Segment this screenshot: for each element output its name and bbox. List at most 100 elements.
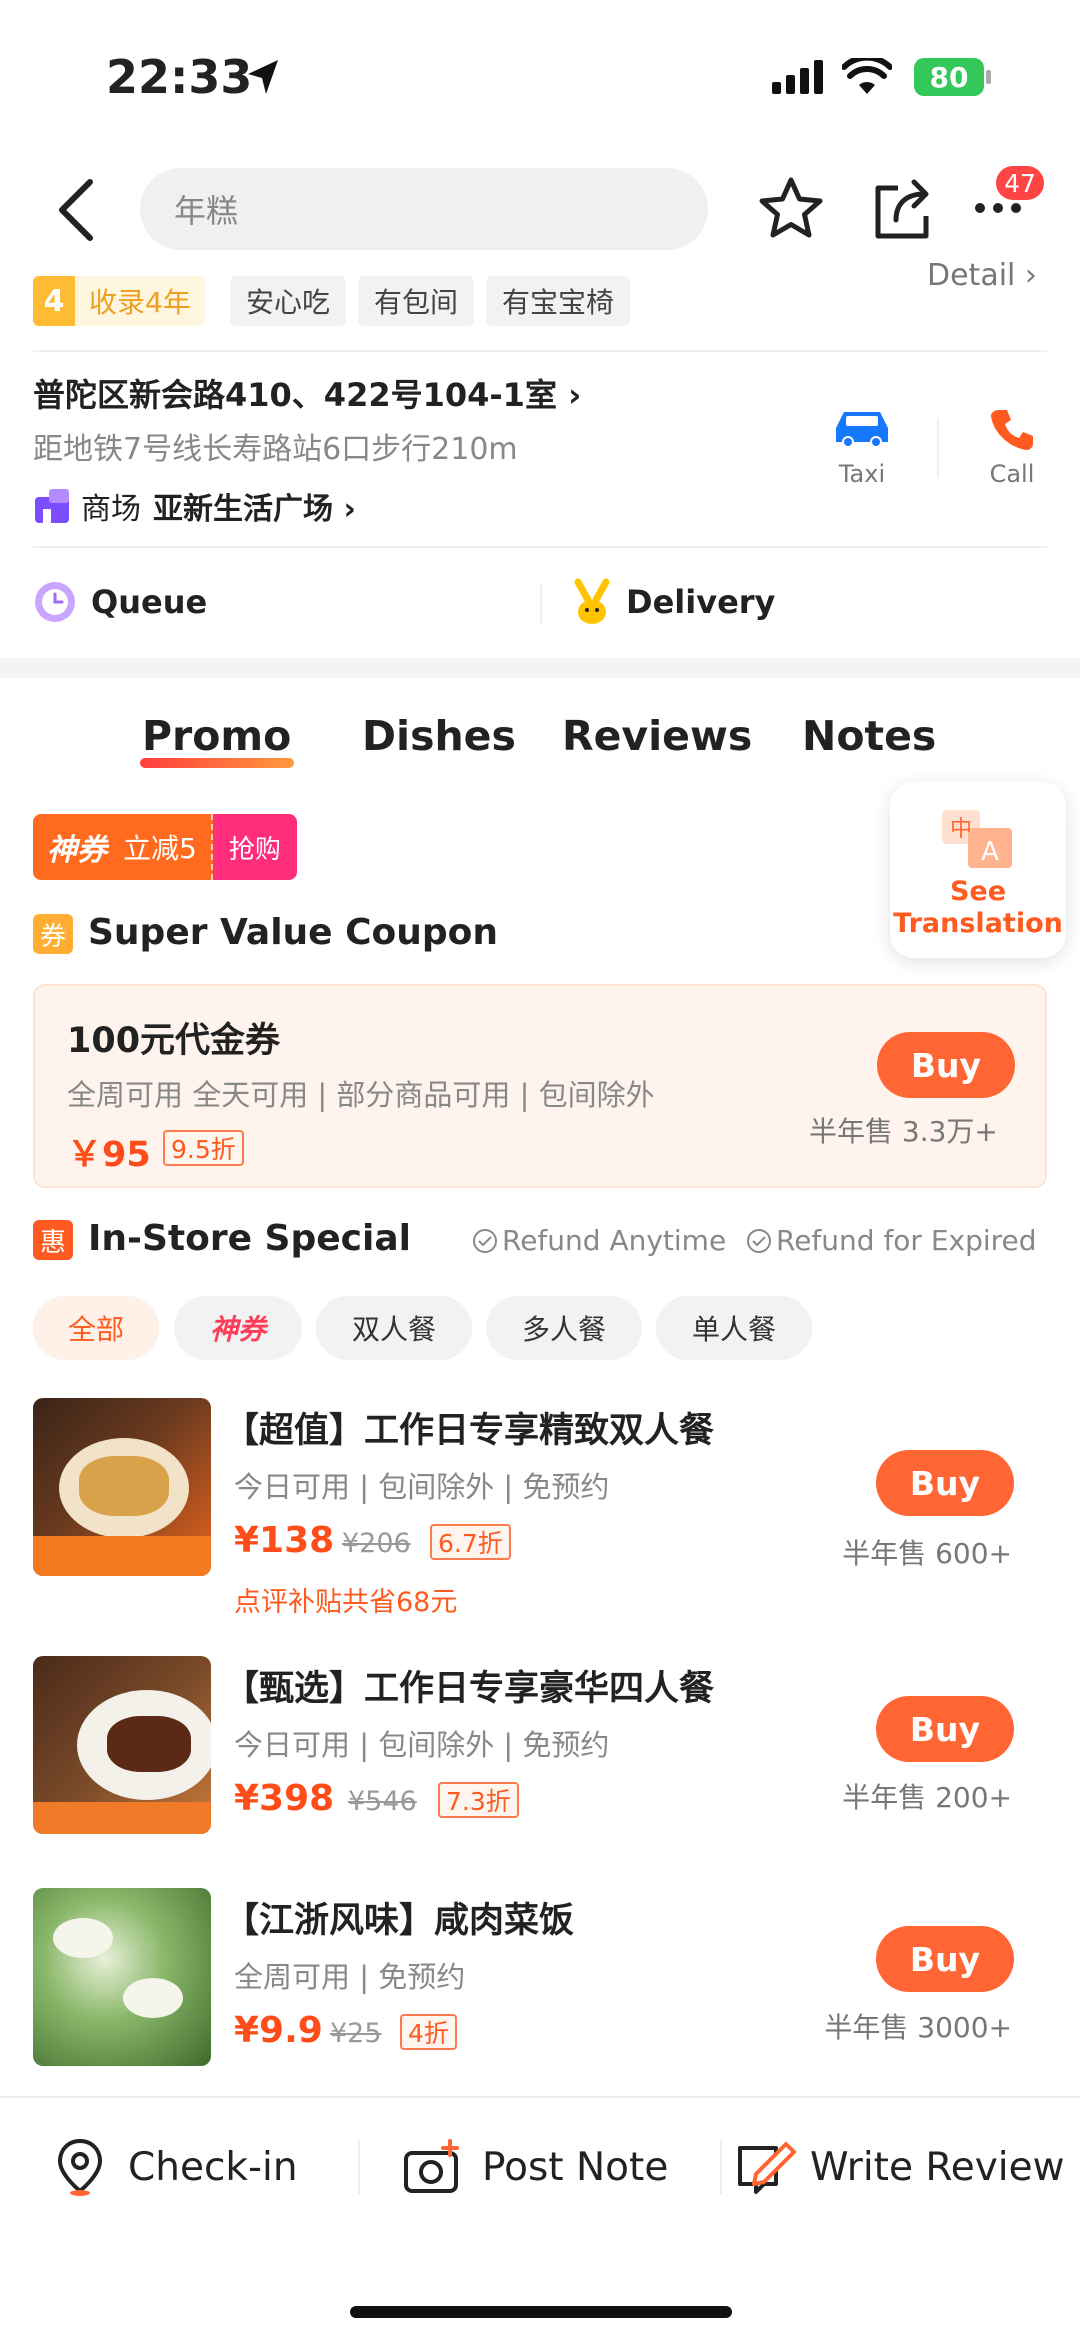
level-tag: 4 收录4年: [33, 276, 205, 326]
mall-prefix: 商场: [81, 492, 141, 527]
tag-private-room: 有包间: [358, 276, 475, 326]
deal-title: 【甄选】工作日专享豪华四人餐: [224, 1669, 715, 1709]
tab-reviews[interactable]: Reviews: [562, 712, 752, 760]
refund-expired-label: Refund for Expired: [776, 1224, 1037, 1257]
divider: [33, 350, 1047, 352]
deal-discount: 7.3折: [438, 1782, 519, 1818]
coupon-buy-button[interactable]: Buy: [877, 1032, 1015, 1098]
deal-card[interactable]: 【甄选】工作日专享豪华四人餐 今日可用 | 包间除外 | 免预约 ¥398 ¥5…: [0, 1656, 1080, 1866]
deal-image: [33, 1888, 211, 2066]
address-line[interactable]: 普陀区新会路410、422号104-1室 ›: [33, 370, 581, 416]
tab-notes[interactable]: Notes: [802, 712, 936, 760]
instore-title: In-Store Special: [88, 1218, 411, 1259]
translation-label-2: Translation: [893, 908, 1063, 939]
location-arrow-icon: [248, 60, 278, 94]
coupon-name: 100元代金券: [67, 1021, 281, 1061]
post-note-button[interactable]: Post Note: [402, 2132, 668, 2202]
deal-original-price: ¥546: [348, 1786, 417, 1817]
favorite-button[interactable]: [756, 174, 826, 244]
divider: [720, 2140, 722, 2194]
deal-discount: 6.7折: [430, 1524, 511, 1560]
deal-sold: 半年售 600+: [842, 1537, 1012, 1570]
tab-dishes[interactable]: Dishes: [362, 712, 516, 760]
deal-card[interactable]: 【超值】工作日专享精致双人餐 今日可用 | 包间除外 | 免预约 ¥138 ¥2…: [0, 1398, 1080, 1628]
filter-coupon[interactable]: 神券: [174, 1296, 302, 1360]
coupon-card[interactable]: 100元代金券 全周可用 全天可用 | 部分商品可用 | 包间除外 ￥95 9.…: [33, 984, 1047, 1188]
deal-desc: 今日可用 | 包间除外 | 免预约: [234, 1470, 610, 1504]
detail-link[interactable]: Detail ›: [927, 258, 1037, 293]
car-icon: [836, 412, 888, 448]
taxi-label: Taxi: [838, 460, 886, 488]
camera-plus-icon: [404, 2139, 459, 2193]
coupon-price: ￥95: [67, 1135, 151, 1175]
notification-badge: 47: [994, 164, 1046, 202]
deal-buy-button[interactable]: Buy: [876, 1696, 1014, 1762]
section-separator: [0, 658, 1080, 678]
tag-baby-chair: 有宝宝椅: [486, 276, 631, 326]
deal-price: ¥138: [234, 1520, 335, 1561]
checkin-button[interactable]: Check-in: [54, 2132, 298, 2202]
metro-distance: 距地铁7号线长寿路站6口步行210m: [33, 432, 518, 467]
battery-indicator: 80: [914, 58, 984, 96]
filter-multi[interactable]: 多人餐: [486, 1296, 642, 1360]
promo-banner-left: 神券: [33, 814, 117, 880]
instore-icon: 惠: [33, 1220, 73, 1260]
svg-text:中: 中: [950, 817, 972, 842]
delivery-label: Delivery: [626, 583, 776, 621]
years-listed: 收录4年: [75, 276, 205, 326]
mall-name: 亚新生活广场 ›: [153, 492, 356, 527]
search-input[interactable]: 年糕: [140, 168, 708, 250]
deal-card[interactable]: 【江浙风味】咸肉菜饭 全周可用 | 免预约 ¥9.9 ¥25 4折 Buy 半年…: [0, 1888, 1080, 2088]
coupon-section-title: Super Value Coupon: [88, 912, 499, 953]
deal-original-price: ¥206: [342, 1528, 411, 1559]
home-indicator: [350, 2306, 732, 2318]
signal-icon: [772, 60, 823, 94]
queue-button[interactable]: Queue: [33, 580, 207, 624]
mall-link[interactable]: 商场 亚新生活广场 ›: [33, 484, 356, 528]
filter-all[interactable]: 全部: [33, 1296, 159, 1360]
deal-sold: 半年售 200+: [842, 1781, 1012, 1814]
filter-double[interactable]: 双人餐: [316, 1296, 472, 1360]
delivery-icon: [574, 578, 610, 624]
promo-banner[interactable]: 神券 立减5 抢购: [33, 814, 297, 880]
write-review-button[interactable]: Write Review: [736, 2132, 1065, 2202]
tag-safe-eat: 安心吃: [230, 276, 347, 326]
write-review-label: Write Review: [810, 2144, 1065, 2190]
deal-image: [33, 1656, 211, 1834]
deal-original-price: ¥25: [330, 2018, 382, 2049]
divider: [540, 584, 542, 624]
phone-icon: [991, 410, 1033, 450]
deal-title: 【超值】工作日专享精致双人餐: [224, 1411, 715, 1451]
deal-discount: 4折: [400, 2014, 457, 2050]
refund-anytime-label: Refund Anytime: [502, 1224, 727, 1257]
filter-single[interactable]: 单人餐: [656, 1296, 812, 1360]
translate-icon: 中A: [942, 810, 1012, 868]
coupon-desc: 全周可用 全天可用 | 部分商品可用 | 包间除外: [67, 1078, 655, 1112]
status-time: 22:33: [106, 50, 253, 104]
tab-promo[interactable]: Promo: [142, 712, 291, 760]
back-button[interactable]: [50, 172, 106, 248]
divider: [33, 546, 1047, 548]
deal-buy-button[interactable]: Buy: [876, 1926, 1014, 1992]
deal-image: [33, 1398, 211, 1576]
wifi-icon: [842, 58, 892, 94]
delivery-button[interactable]: Delivery: [572, 578, 775, 626]
deal-price: ¥9.9: [234, 2010, 323, 2051]
taxi-button[interactable]: Taxi: [824, 406, 900, 498]
svg-text:A: A: [981, 837, 999, 867]
deal-desc: 全周可用 | 免预约: [234, 1960, 466, 1994]
promo-banner-right: 抢购: [212, 814, 297, 880]
see-translation-button[interactable]: 中A See Translation: [890, 782, 1066, 958]
status-bar: 22:33 80: [0, 0, 1080, 150]
coupon-section-icon: 券: [33, 914, 73, 954]
deal-subsidy: 点评补贴共省68元: [234, 1587, 458, 1618]
call-button[interactable]: Call: [974, 406, 1050, 498]
deal-buy-button[interactable]: Buy: [876, 1450, 1014, 1516]
search-text: 年糕: [174, 192, 239, 230]
share-button[interactable]: [868, 174, 938, 244]
divider: [358, 2140, 360, 2194]
mall-icon: [35, 489, 69, 523]
chevron-left-icon: [59, 179, 93, 241]
clock-icon: [35, 582, 75, 622]
active-tab-underline: [140, 758, 294, 768]
